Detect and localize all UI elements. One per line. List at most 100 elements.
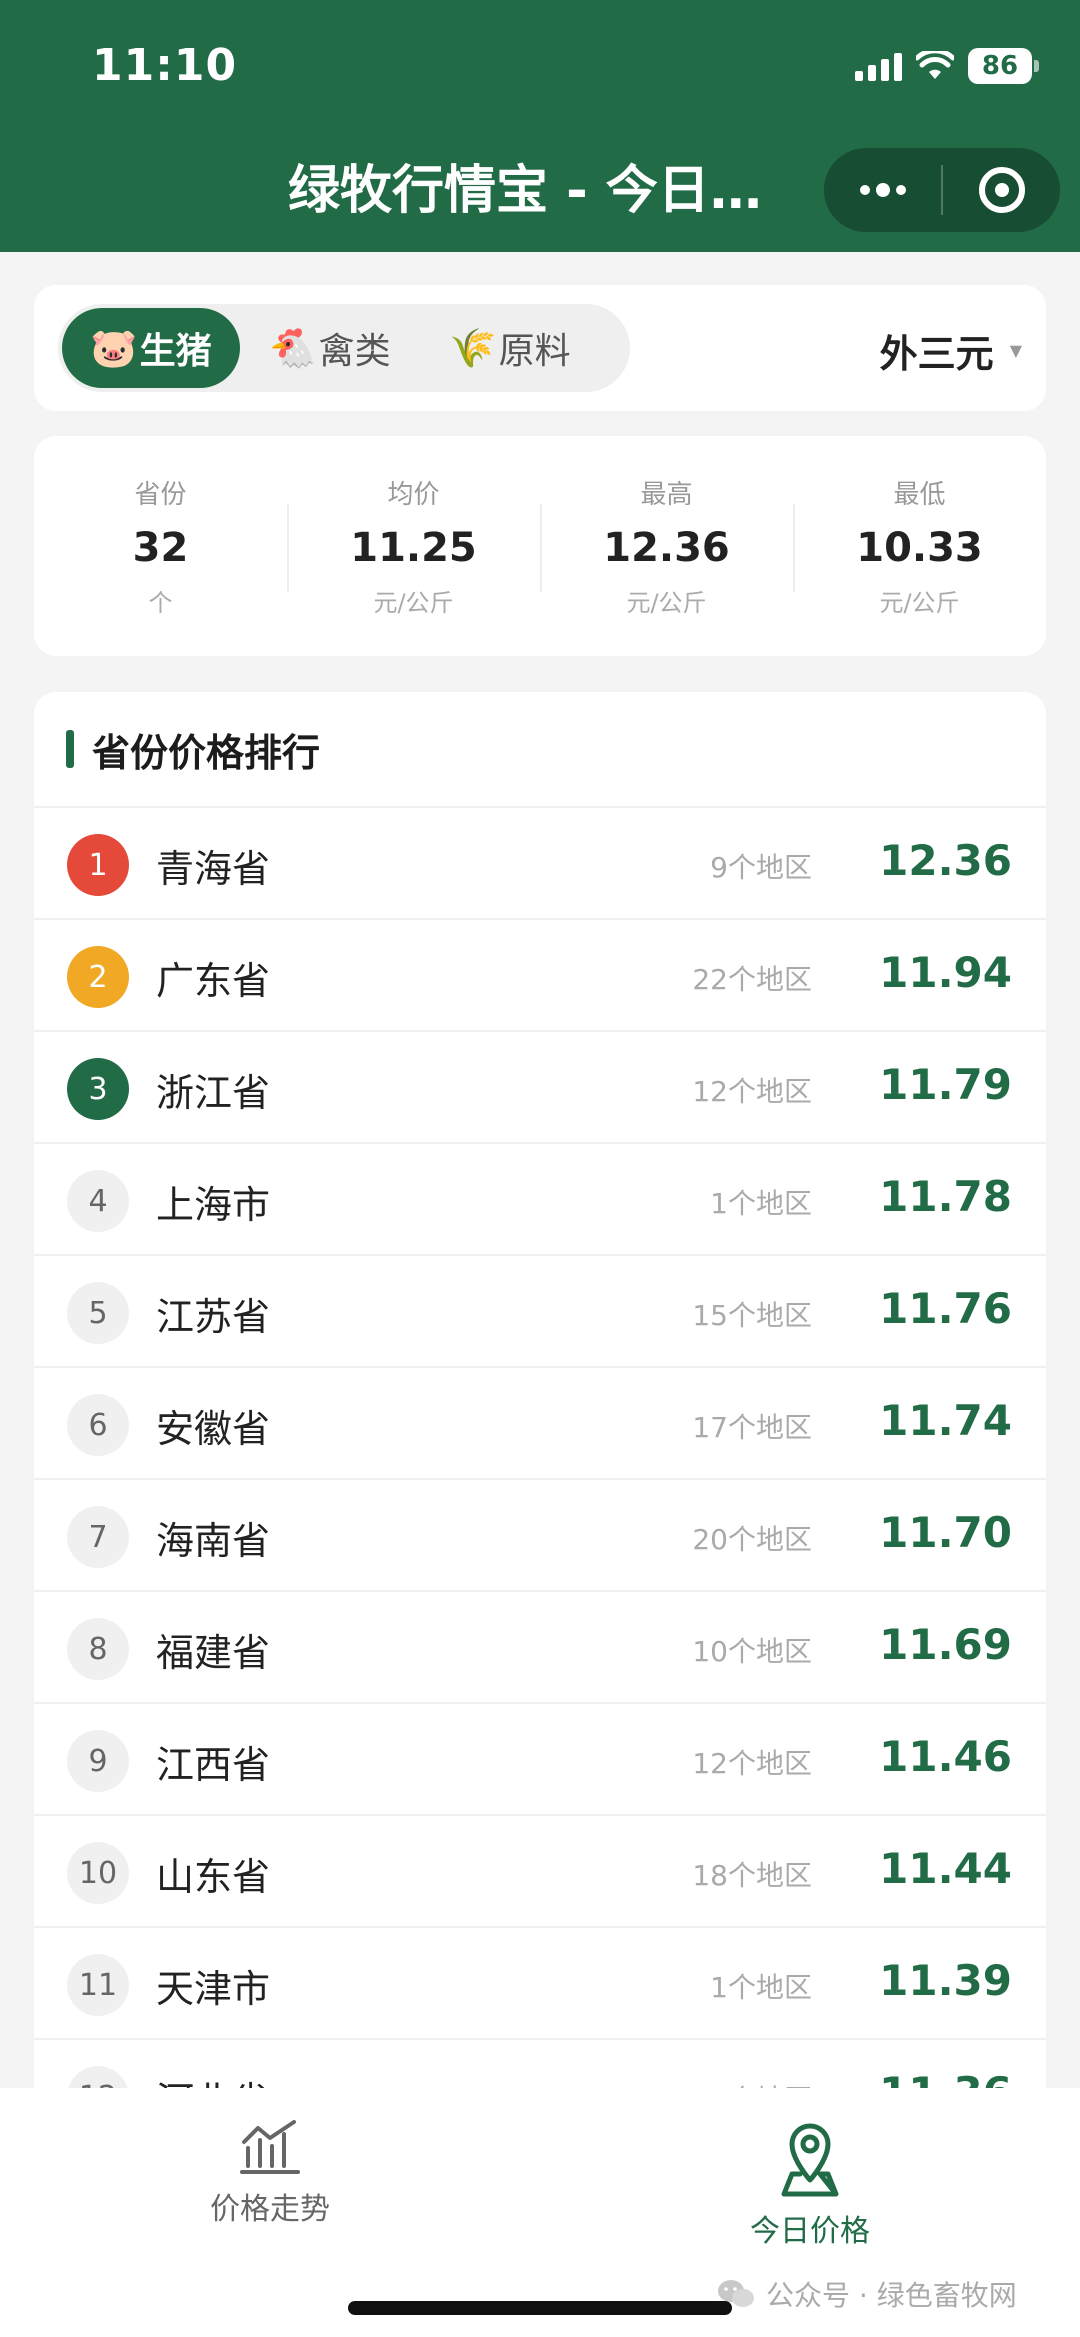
ranking-list: 1 青海省 9个地区 12.36 2 广东省 22个地区 11.94 3 浙江省 12个地区 11.7… — [34, 808, 1046, 2152]
stat-unit: 元/公斤 — [373, 589, 454, 617]
watermark: 公众号 · 绿色畜牧网 — [716, 2274, 1017, 2314]
rice-icon: 🌾 — [449, 325, 497, 370]
pig-icon: 🐷 — [90, 325, 138, 370]
stat-label: 均价 — [387, 480, 440, 510]
province-name: 江苏省 — [156, 1295, 271, 1339]
tab-poultry[interactable]: 🐔 禽类 — [240, 308, 420, 388]
province-price: 11.44 — [879, 1844, 1012, 1893]
region-count: 15个地区 — [692, 1299, 812, 1332]
ranking-row[interactable]: 6 安徽省 17个地区 11.74 — [34, 1368, 1046, 1480]
watermark-text: 公众号 · 绿色畜牧网 — [766, 2279, 1017, 2312]
ranking-header: 省份价格排行 — [34, 692, 1046, 808]
stat-value: 10.33 — [856, 525, 983, 571]
province-price: 11.69 — [879, 1620, 1012, 1669]
stat-value: 11.25 — [350, 525, 477, 571]
category-tabs: 🐷 生猪 🐔 禽类 🌾 原料 — [58, 304, 630, 392]
rank-badge: 2 — [67, 946, 129, 1008]
region-count: 17个地区 — [692, 1411, 812, 1444]
home-indicator[interactable] — [348, 2301, 732, 2315]
stat-lowest: 最低 10.33 元/公斤 — [793, 436, 1046, 656]
stat-label: 最低 — [893, 480, 946, 510]
province-name: 广东省 — [156, 959, 271, 1003]
province-price: 11.39 — [879, 1956, 1012, 2005]
ranking-row[interactable]: 4 上海市 1个地区 11.78 — [34, 1144, 1046, 1256]
ranking-row[interactable]: 2 广东省 22个地区 11.94 — [34, 920, 1046, 1032]
ranking-row[interactable]: 7 海南省 20个地区 11.70 — [34, 1480, 1046, 1592]
tab-label: 原料 — [498, 331, 571, 372]
province-name: 江西省 — [156, 1743, 271, 1787]
province-price: 11.94 — [879, 948, 1012, 997]
region-count: 18个地区 — [692, 1859, 812, 1892]
region-count: 10个地区 — [692, 1635, 812, 1668]
region-count: 20个地区 — [692, 1523, 812, 1556]
tab-pig[interactable]: 🐷 生猪 — [62, 308, 240, 388]
stat-label: 最高 — [640, 480, 693, 510]
ranking-row[interactable]: 1 青海省 9个地区 12.36 — [34, 808, 1046, 920]
status-icons: 86 — [855, 46, 1039, 86]
chicken-icon: 🐔 — [269, 325, 317, 370]
page-title: 绿牧行情宝 - 今日… — [288, 161, 762, 221]
stat-unit: 元/公斤 — [626, 589, 707, 617]
region-count: 1个地区 — [710, 1187, 812, 1220]
tab-label: 今日价格 — [750, 2214, 870, 2249]
tab-feed[interactable]: 🌾 原料 — [420, 308, 600, 388]
title-accent-bar — [66, 730, 74, 768]
stat-unit: 元/公斤 — [879, 589, 960, 617]
tab-label: 生猪 — [139, 331, 212, 372]
stat-highest: 最高 12.36 元/公斤 — [540, 436, 793, 656]
province-name: 福建省 — [156, 1631, 271, 1675]
stat-unit: 个 — [148, 589, 173, 617]
ranking-row[interactable]: 3 浙江省 12个地区 11.79 — [34, 1032, 1046, 1144]
tab-today-price[interactable]: 今日价格 — [690, 2118, 930, 2250]
province-price: 11.78 — [879, 1172, 1012, 1221]
tab-label: 价格走势 — [210, 2192, 330, 2227]
province-name: 海南省 — [156, 1519, 271, 1563]
province-name: 青海省 — [156, 847, 271, 891]
wifi-icon — [916, 51, 954, 79]
province-price: 11.79 — [879, 1060, 1012, 1109]
rank-badge: 9 — [67, 1730, 129, 1792]
miniprogram-capsule — [824, 148, 1060, 232]
status-time: 11:10 — [92, 40, 238, 91]
rank-badge: 11 — [67, 1954, 129, 2016]
ranking-row[interactable]: 8 福建省 10个地区 11.69 — [34, 1592, 1046, 1704]
location-pin-icon — [781, 2123, 839, 2197]
signal-icon — [855, 51, 902, 81]
breed-select[interactable]: 外三元 ▼ — [880, 323, 1022, 378]
stat-value: 12.36 — [603, 525, 730, 571]
ranking-row[interactable]: 11 天津市 1个地区 11.39 — [34, 1928, 1046, 2040]
ranking-row[interactable]: 5 江苏省 15个地区 11.76 — [34, 1256, 1046, 1368]
stat-average: 均价 11.25 元/公斤 — [287, 436, 540, 656]
province-price: 12.36 — [879, 836, 1012, 885]
close-miniprogram-button[interactable] — [943, 148, 1060, 232]
tab-price-trend[interactable]: 价格走势 — [150, 2118, 390, 2228]
rank-badge: 1 — [67, 834, 129, 896]
ranking-title: 省份价格排行 — [92, 730, 321, 775]
region-count: 12个地区 — [692, 1075, 812, 1108]
rank-badge: 5 — [67, 1282, 129, 1344]
region-count: 1个地区 — [710, 1971, 812, 2004]
ranking-row[interactable]: 10 山东省 18个地区 11.44 — [34, 1816, 1046, 1928]
province-name: 浙江省 — [156, 1071, 271, 1115]
filter-card: 🐷 生猪 🐔 禽类 🌾 原料 外三元 ▼ — [34, 285, 1046, 411]
region-count: 12个地区 — [692, 1747, 812, 1780]
province-price: 11.70 — [879, 1508, 1012, 1557]
province-price: 11.74 — [879, 1396, 1012, 1445]
province-name: 天津市 — [156, 1967, 271, 2011]
app-header: 11:10 86 绿牧行情宝 - 今日… — [0, 0, 1080, 252]
province-price: 11.76 — [879, 1284, 1012, 1333]
ranking-row[interactable]: 9 江西省 12个地区 11.46 — [34, 1704, 1046, 1816]
region-count: 22个地区 — [692, 963, 812, 996]
target-icon — [978, 167, 1025, 213]
caret-down-icon: ▼ — [1009, 341, 1022, 360]
breed-select-value: 外三元 — [879, 332, 994, 376]
stat-value: 32 — [132, 525, 189, 571]
more-dots-icon — [859, 183, 906, 197]
rank-badge: 3 — [67, 1058, 129, 1120]
province-name: 山东省 — [156, 1855, 271, 1899]
province-name: 上海市 — [156, 1183, 271, 1227]
tab-label: 禽类 — [318, 331, 391, 372]
rank-badge: 10 — [67, 1842, 129, 1904]
province-price: 11.46 — [879, 1732, 1012, 1781]
more-button[interactable] — [824, 148, 941, 232]
